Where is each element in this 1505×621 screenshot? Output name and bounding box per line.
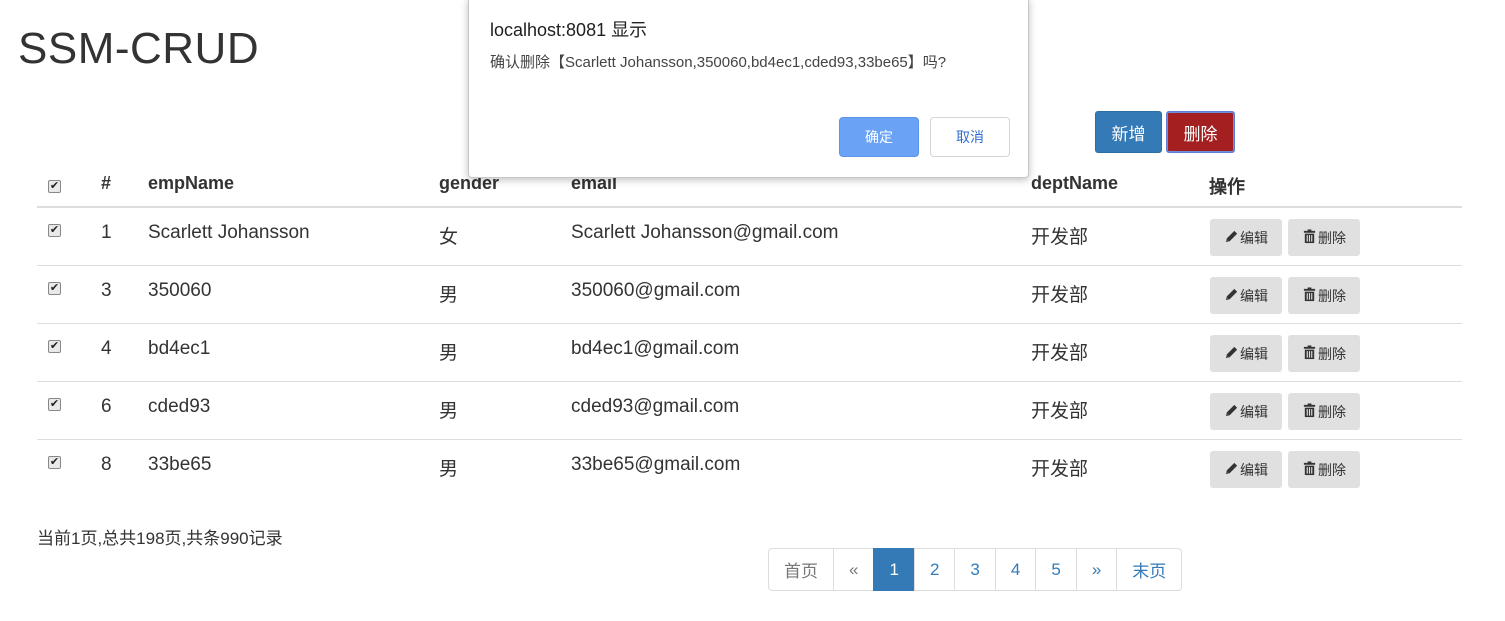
page-link-2[interactable]: 2 <box>913 548 956 591</box>
cell-email: 350060@gmail.com <box>571 280 741 301</box>
row-checkbox[interactable]: ✔ <box>48 224 61 237</box>
page-title: SSM-CRUD <box>18 24 260 73</box>
delete-label: 删除 <box>1318 345 1346 362</box>
edit-label: 编辑 <box>1240 403 1268 420</box>
trash-icon <box>1302 460 1318 479</box>
table-row: ✔ 8 33be65 男 33be65@gmail.com 开发部 编辑 删除 <box>37 440 1462 498</box>
cell-id: 1 <box>101 222 112 243</box>
edit-label: 编辑 <box>1240 287 1268 304</box>
table-row: ✔ 3 350060 男 350060@gmail.com 开发部 编辑 删除 <box>37 266 1462 324</box>
header-emp-name: empName <box>148 173 235 193</box>
delete-label: 删除 <box>1318 229 1346 246</box>
page-link-5[interactable]: 5 <box>1035 548 1077 591</box>
checkbox-mark: ✔ <box>48 224 61 237</box>
header-actions: 操作 <box>1209 177 1245 197</box>
page-link-4[interactable]: 4 <box>994 548 1037 591</box>
page-link-3[interactable]: 3 <box>954 548 996 591</box>
checkbox-mark: ✔ <box>48 456 61 469</box>
cell-id: 6 <box>101 396 112 417</box>
delete-label: 删除 <box>1318 403 1346 420</box>
confirm-cancel-button[interactable]: 取消 <box>930 117 1010 157</box>
trash-icon <box>1302 402 1318 421</box>
delete-label: 删除 <box>1318 461 1346 478</box>
trash-icon <box>1302 228 1318 247</box>
delete-button[interactable]: 删除 <box>1288 393 1360 430</box>
cell-emp-name: 33be65 <box>148 454 212 475</box>
paging-info: 当前1页,总共198页,共条990记录 <box>37 529 283 548</box>
cell-emp-name: bd4ec1 <box>148 338 211 359</box>
add-button[interactable]: 新增 <box>1095 111 1162 153</box>
row-checkbox[interactable]: ✔ <box>48 398 61 411</box>
delete-button[interactable]: 删除 <box>1288 451 1360 488</box>
pencil-icon <box>1224 403 1240 421</box>
header-id: # <box>101 173 112 193</box>
cell-email: Scarlett Johansson@gmail.com <box>571 222 839 243</box>
table-row: ✔ 1 Scarlett Johansson 女 Scarlett Johansson@… <box>37 208 1462 266</box>
cell-dept-name: 开发部 <box>1031 401 1089 422</box>
select-all-checkbox[interactable]: ✔ <box>48 180 61 193</box>
cell-email: cded93@gmail.com <box>571 396 740 417</box>
trash-icon <box>1302 344 1318 363</box>
table-row: ✔ 4 bd4ec1 男 bd4ec1@gmail.com 开发部 编辑 删除 <box>37 324 1462 382</box>
checkbox-mark: ✔ <box>48 398 61 411</box>
delete-button[interactable]: 删除 <box>1288 335 1360 372</box>
next-page-link[interactable]: » <box>1075 548 1118 591</box>
edit-button[interactable]: 编辑 <box>1210 335 1282 372</box>
cell-emp-name: cded93 <box>148 396 211 417</box>
pencil-icon <box>1224 229 1240 247</box>
pagination: 首页 « 1 2 3 4 5 » 末页 <box>768 548 1183 591</box>
dialog-title: localhost:8081 显示 <box>490 20 648 40</box>
first-page-link[interactable]: 首页 <box>768 548 834 591</box>
edit-button[interactable]: 编辑 <box>1210 393 1282 430</box>
pencil-icon <box>1224 345 1240 363</box>
employee-table: ✔ # empName gender email deptName 操作 ✔ 1 S… <box>37 160 1462 498</box>
page-link-1[interactable]: 1 <box>873 548 915 591</box>
cell-dept-name: 开发部 <box>1031 285 1089 306</box>
cell-email: bd4ec1@gmail.com <box>571 338 740 359</box>
cell-id: 8 <box>101 454 112 475</box>
edit-label: 编辑 <box>1240 461 1268 478</box>
cell-gender: 男 <box>439 401 459 422</box>
row-checkbox[interactable]: ✔ <box>48 340 61 353</box>
edit-label: 编辑 <box>1240 229 1268 246</box>
cell-email: 33be65@gmail.com <box>571 454 741 475</box>
last-page-link[interactable]: 末页 <box>1116 548 1183 591</box>
cell-dept-name: 开发部 <box>1031 459 1089 480</box>
edit-button[interactable]: 编辑 <box>1210 277 1282 314</box>
prev-page-link[interactable]: « <box>833 548 875 591</box>
checkbox-mark: ✔ <box>48 282 61 295</box>
cell-id: 3 <box>101 280 112 301</box>
cell-dept-name: 开发部 <box>1031 227 1089 248</box>
pencil-icon <box>1224 287 1240 305</box>
cell-emp-name: 350060 <box>148 280 212 301</box>
trash-icon <box>1302 286 1318 305</box>
dialog-message: 确认删除【Scarlett Johansson,350060,bd4ec1,cd… <box>490 54 947 71</box>
cell-id: 4 <box>101 338 112 359</box>
cell-gender: 男 <box>439 459 459 480</box>
row-checkbox[interactable]: ✔ <box>48 456 61 469</box>
table-body: ✔ 1 Scarlett Johansson 女 Scarlett Johansson@… <box>37 208 1462 498</box>
checkbox-mark: ✔ <box>48 180 61 193</box>
cell-gender: 男 <box>439 343 459 364</box>
table-row: ✔ 6 cded93 男 cded93@gmail.com 开发部 编辑 删除 <box>37 382 1462 440</box>
delete-label: 删除 <box>1318 287 1346 304</box>
pencil-icon <box>1224 461 1240 479</box>
cell-emp-name: Scarlett Johansson <box>148 222 310 243</box>
cell-gender: 男 <box>439 285 459 306</box>
delete-button[interactable]: 删除 <box>1288 277 1360 314</box>
edit-label: 编辑 <box>1240 345 1268 362</box>
row-checkbox[interactable]: ✔ <box>48 282 61 295</box>
page: SSM-CRUD 新增 删除 ✔ # empName gender email … <box>0 0 1505 621</box>
delete-all-button[interactable]: 删除 <box>1166 111 1235 153</box>
edit-button[interactable]: 编辑 <box>1210 219 1282 256</box>
cell-dept-name: 开发部 <box>1031 343 1089 364</box>
header-dept-name: deptName <box>1031 173 1119 193</box>
confirm-ok-button[interactable]: 确定 <box>839 117 919 157</box>
delete-button[interactable]: 删除 <box>1288 219 1360 256</box>
checkbox-mark: ✔ <box>48 340 61 353</box>
cell-gender: 女 <box>439 227 459 248</box>
edit-button[interactable]: 编辑 <box>1210 451 1282 488</box>
confirm-dialog: localhost:8081 显示 确认删除【Scarlett Johansso… <box>468 0 1029 178</box>
